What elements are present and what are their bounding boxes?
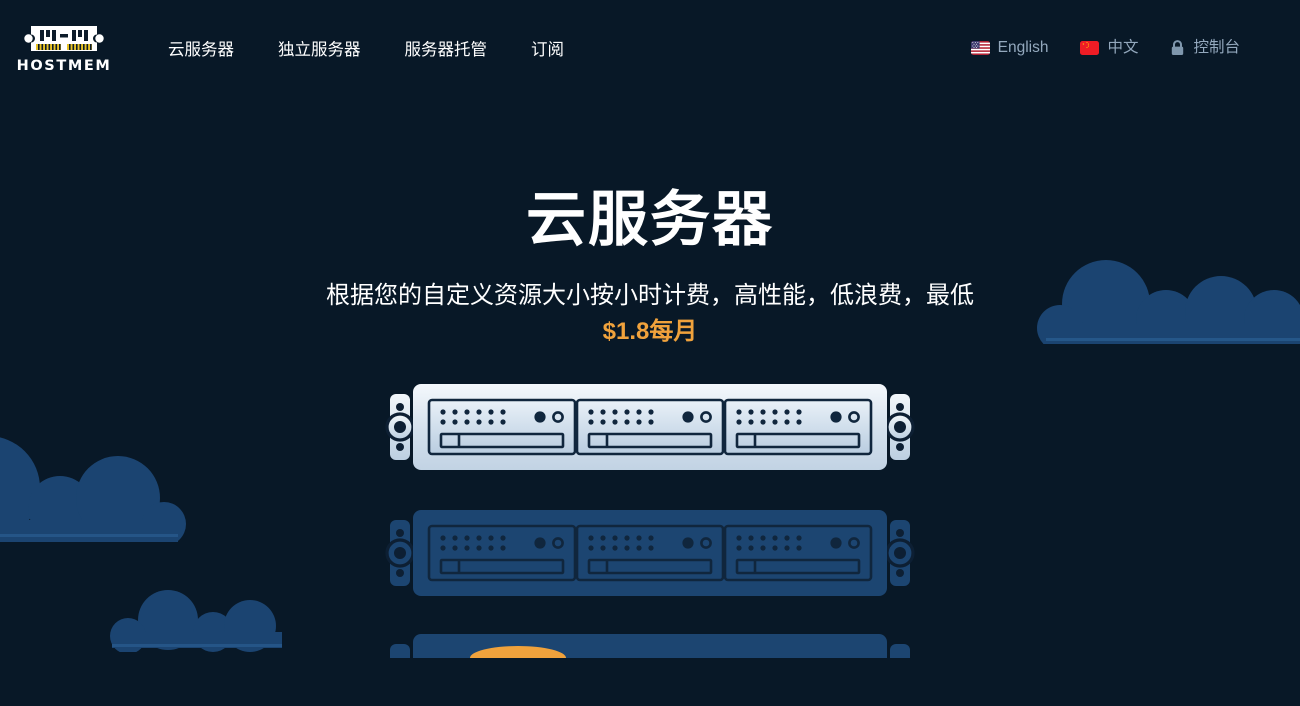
server-rack-stack <box>385 382 915 658</box>
cloud-left-low <box>110 590 282 652</box>
server-rack-middle <box>385 508 915 636</box>
rack-rail-left <box>385 393 415 460</box>
brand-logo[interactable]: HOSTMEM <box>17 22 110 74</box>
hero-subtitle: 根据您的自定义资源大小按小时计费，高性能，低浪费，最低 $1.8每月 <box>0 278 1300 350</box>
console-label: 控制台 <box>1193 39 1240 57</box>
lang-chinese[interactable]: 中文 <box>1064 34 1154 62</box>
brand-wordmark: HOSTMEM <box>16 58 112 75</box>
server-rack-front <box>385 382 915 510</box>
lang-english[interactable]: English <box>955 34 1065 62</box>
site-header: HOSTMEM 云服务器 独立服务器 服务器托管 订阅 English 中文 控… <box>0 0 1300 96</box>
hero-section: 云服务器 根据您的自定义资源大小按小时计费，高性能，低浪费，最低 $1.8每月 <box>0 96 1300 350</box>
flag-cn-icon <box>1080 41 1100 55</box>
nav-subscribe[interactable]: 订阅 <box>509 30 586 66</box>
page-title: 云服务器 <box>526 186 774 253</box>
hero-subtitle-text: 根据您的自定义资源大小按小时计费，高性能，低浪费，最低 <box>326 281 974 309</box>
header-utility-nav: English 中文 控制台 <box>955 34 1282 62</box>
server-rack-back <box>385 632 915 658</box>
rack-rail-right <box>885 393 915 460</box>
lock-icon <box>1170 40 1185 56</box>
ram-stick-icon <box>24 22 104 56</box>
nav-dedicated-servers[interactable]: 独立服务器 <box>256 30 383 66</box>
flag-us-icon <box>970 41 990 55</box>
cloud-left-mid <box>0 437 186 542</box>
console-link[interactable]: 控制台 <box>1154 34 1256 62</box>
nav-cloud-servers[interactable]: 云服务器 <box>146 30 256 66</box>
main-navigation: 云服务器 独立服务器 服务器托管 订阅 <box>146 30 586 66</box>
lang-chinese-label: 中文 <box>1107 39 1139 57</box>
rack-rail-left <box>385 519 415 586</box>
rack-rail-right <box>885 519 915 586</box>
nav-colocation[interactable]: 服务器托管 <box>383 30 510 66</box>
lang-english-label: English <box>997 39 1049 57</box>
hero-price: $1.8每月 <box>602 317 698 345</box>
